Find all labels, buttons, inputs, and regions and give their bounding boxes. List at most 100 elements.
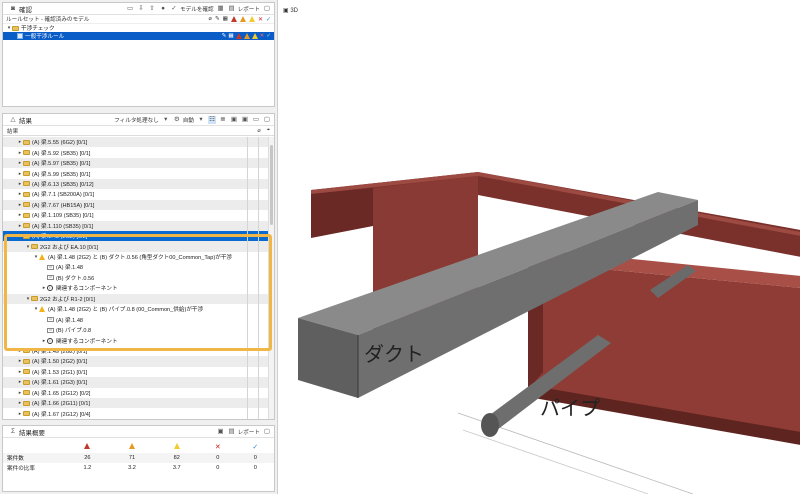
result-row-label: 2G2 および EA.10 [0/1] <box>40 244 99 251</box>
report-button[interactable]: レポート <box>238 5 260 13</box>
check-panel-header: ◙ 確認 ▭ ⇩ ⇧ ● ✓ モデルを確認 ▦ ▤ レポート ▢ <box>3 3 274 15</box>
list-icon[interactable]: ≣ <box>219 116 227 124</box>
result-row[interactable]: ▸ (A) 梁.1.53 (2G1) [0/1] <box>3 367 274 377</box>
lock-icon[interactable]: ▣ <box>241 116 249 124</box>
result-row[interactable]: ▾ 2G2 および R1-2 [0/1] <box>3 293 274 304</box>
result-row[interactable]: ▾ (A) 梁.1.48 (2G2) と (B) パイプ.0.8 (00_Comm… <box>3 304 274 314</box>
results-panel-header: △ 結果 フィルタ処理なし ▾ ⚙ 自動 ▾ ☷ ≣ ▣ ▣ ▭ ▢ <box>3 114 274 126</box>
result-row[interactable]: ▸ (A) 梁.5.97 (SB35) [0/1] <box>3 157 274 169</box>
result-row[interactable]: ▸ (A) 梁.1.109 (SB35) [0/1] <box>3 210 274 220</box>
open-folder-icon[interactable]: ▭ <box>126 5 134 13</box>
locate-icon: ⌖ <box>266 127 270 133</box>
result-row[interactable]: ▸ (A) 梁.7.1 (SB200A) [0/1] <box>3 189 274 199</box>
folder-icon <box>23 212 30 218</box>
grid-icon[interactable]: ▦ <box>217 5 225 13</box>
floor-line <box>462 429 649 494</box>
reject-icon: ✕ <box>214 444 221 451</box>
result-row[interactable]: ▭ (A) 梁.1.48 <box>3 314 274 324</box>
result-row[interactable]: ▸ (A) 梁.5.99 (SB35) [0/1] <box>3 168 274 178</box>
result-row[interactable]: ▾ (A) 梁.1.48 (2G2) [0/2] <box>3 230 274 242</box>
filter-icon[interactable]: ☷ <box>208 115 216 124</box>
result-row[interactable]: ▸ (A) 梁.1.61 (2G3) [0/1] <box>3 377 274 388</box>
result-row[interactable]: ▸ (A) 梁.1.50 (2G2) [0/1] <box>3 356 274 367</box>
result-row-label: (A) 梁.1.53 (2G1) [0/1] <box>32 369 88 376</box>
result-row[interactable]: ▸ (A) 梁.7.67 (HB15A) [0/1] <box>3 199 274 211</box>
result-row[interactable]: ▾ 2G2 および EA.10 [0/1] <box>3 241 274 252</box>
check-circle-icon[interactable]: ✓ <box>170 5 178 13</box>
results-scrollbar[interactable] <box>268 137 274 419</box>
check-panel: ◙ 確認 ▭ ⇩ ⇧ ● ✓ モデルを確認 ▦ ▤ レポート ▢ ルールセット … <box>2 2 275 107</box>
minor-icon <box>248 15 255 22</box>
results-panel: △ 結果 フィルタ処理なし ▾ ⚙ 自動 ▾ ☷ ≣ ▣ ▣ ▭ ▢ 結果 ⌀ … <box>2 113 275 420</box>
tree-item-general-rule[interactable]: 一般干渉ルール ✎ ▦ ✕ ✓ <box>3 32 274 40</box>
reject-icon: ✕ <box>257 16 263 23</box>
result-row[interactable]: ▸ (A) 梁.5.55 (6G2) [0/1] <box>3 137 274 148</box>
result-row-label: (A) 梁.5.99 (SB35) [0/1] <box>32 171 91 178</box>
result-row[interactable]: ▸ (A) 梁.6.13 (SB35) [0/12] <box>3 178 274 190</box>
tree-item-label: 干渉チェック <box>21 26 55 32</box>
folder-icon <box>23 150 30 156</box>
result-row[interactable]: ▾ (A) 梁.1.48 (2G2) と (B) ダクト.0.56 (角型ダクト0… <box>3 252 274 262</box>
duct-label: ダクト <box>364 342 424 366</box>
filter-dropdown[interactable]: フィルタ処理なし <box>114 116 159 124</box>
chevron-down-icon[interactable]: ▾ <box>197 116 205 124</box>
result-row-label: (B) パイプ.0.8 <box>56 328 92 335</box>
report-icon[interactable]: ▤ <box>228 428 236 436</box>
result-row[interactable]: ▭ (B) ダクト.0.56 <box>3 273 274 283</box>
result-row[interactable]: ▸ (A) 梁.1.110 (SB35) [0/1] <box>3 220 274 231</box>
record-icon[interactable]: ● <box>159 5 167 13</box>
result-row[interactable]: ▸ (A) 梁.1.65 (2G12) [0/2] <box>3 388 274 398</box>
import-icon[interactable]: ⇩ <box>137 5 145 13</box>
result-row[interactable]: ▭ (B) パイプ.0.8 <box>3 325 274 335</box>
window-icon[interactable]: ▢ <box>263 5 271 13</box>
tree-item-interference-check[interactable]: ▾ 干渉チェック <box>3 24 274 32</box>
folder-icon[interactable]: ▭ <box>252 116 260 124</box>
result-row[interactable]: ▸ (A) 梁.5.92 (SB35) [0/1] <box>3 147 274 157</box>
scrollbar-thumb[interactable] <box>270 145 273 225</box>
check-panel-title: 確認 <box>19 6 32 14</box>
settings-icon[interactable]: ⚙ <box>173 116 181 124</box>
copy-icon[interactable]: ▣ <box>217 428 225 436</box>
summary-report-button[interactable]: レポート <box>238 428 260 436</box>
window-icon[interactable]: ▢ <box>263 116 271 124</box>
result-row[interactable]: ▸ (A) 梁.1.66 (2G11) [0/1] <box>3 397 274 409</box>
critical-column <box>65 441 110 453</box>
chevron-down-icon[interactable]: ▾ <box>162 116 170 124</box>
summary-header-blank <box>3 441 65 453</box>
result-row[interactable]: ▸ (A) 梁.1.67 (2G12) [0/4] <box>3 408 274 418</box>
result-row[interactable]: ▭ (A) 梁.1.48 <box>3 262 274 272</box>
folder-icon <box>23 390 30 396</box>
summary-cell: 26 <box>84 455 91 461</box>
results-panel-title: 結果 <box>19 117 32 125</box>
summary-panel-title: 結果概要 <box>19 429 45 437</box>
tree-item-label: 一般干渉ルール <box>25 34 65 40</box>
accept-icon: ✓ <box>252 444 259 451</box>
folder-icon <box>23 223 30 229</box>
check-model-button[interactable]: モデルを確認 <box>180 5 214 13</box>
folder-icon <box>23 233 30 239</box>
folder-icon <box>23 202 30 208</box>
left-panel-area: ◙ 確認 ▭ ⇩ ⇧ ● ✓ モデルを確認 ▦ ▤ レポート ▢ ルールセット … <box>0 0 277 494</box>
beam-end <box>311 188 373 238</box>
result-row-label: (A) 梁.1.65 (2G12) [0/2] <box>32 390 91 397</box>
export-icon[interactable]: ⇧ <box>148 5 156 13</box>
summary-cell: 1.2 <box>83 465 92 471</box>
window-icon[interactable]: ▢ <box>263 428 271 436</box>
result-row[interactable]: ▸ (A) 梁.1.49 (2G2) [0/1] <box>3 346 274 356</box>
3d-view[interactable]: ▣ 3D ダクト パイプ <box>277 0 800 494</box>
part-icon: ▭ <box>47 264 54 270</box>
folder-icon <box>23 171 30 177</box>
part-icon: ▭ <box>47 327 54 333</box>
warning-icon <box>39 254 45 261</box>
minor-column <box>154 441 199 453</box>
report-icon[interactable]: ▤ <box>228 5 236 13</box>
copy-icon[interactable]: ▣ <box>230 116 238 124</box>
folder-icon <box>23 139 30 145</box>
auto-dropdown[interactable]: 自動 <box>183 116 194 124</box>
result-row-label: 関連するコンポーネント <box>56 338 118 345</box>
triangle-outline-icon: △ <box>10 115 16 123</box>
3d-scene[interactable] <box>278 0 800 494</box>
result-row[interactable]: ▸ i 関連するコンポーネント <box>3 283 274 293</box>
result-row[interactable]: ▸ i 関連するコンポーネント <box>3 335 274 345</box>
info-icon: i <box>47 337 53 344</box>
